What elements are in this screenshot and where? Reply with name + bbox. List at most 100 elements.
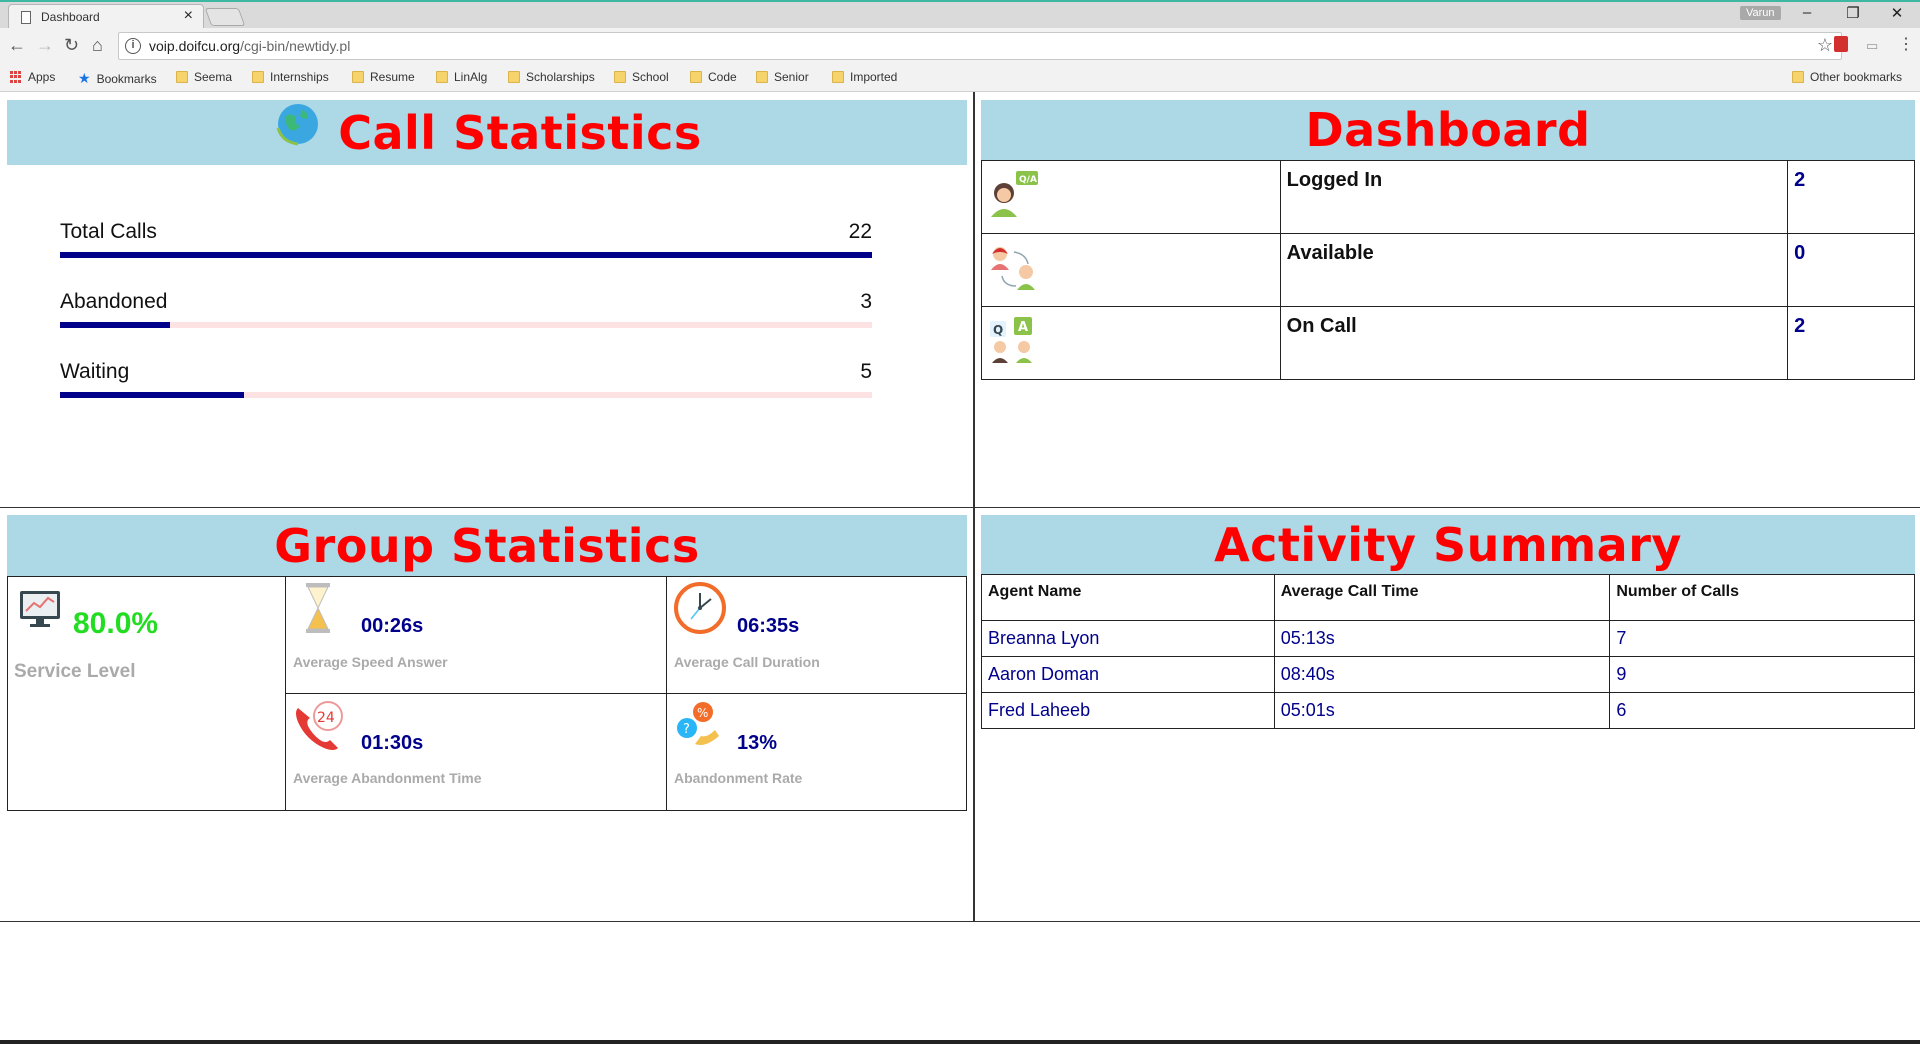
- stat-value: 5: [860, 360, 872, 383]
- phone-24-icon: 24: [296, 701, 343, 750]
- avg-speed-answer-cell: 00:26s Average Speed Answer: [285, 577, 666, 694]
- table-row: Q/A Logged In 2: [981, 160, 1915, 234]
- bookmark-other[interactable]: Other bookmarks: [1792, 70, 1902, 84]
- activity-table: Agent Name Average Call Time Number of C…: [981, 574, 1915, 729]
- svg-text:24: 24: [317, 710, 335, 726]
- bookmark-internships[interactable]: Internships: [252, 70, 329, 84]
- tab-close-button[interactable]: ×: [184, 7, 193, 25]
- stat-label: Total Calls: [60, 220, 157, 243]
- row-icon-cell: Q A: [981, 306, 1281, 380]
- table-row: Fred Laheeb 05:01s 6: [981, 692, 1915, 729]
- bookmark-label: Seema: [194, 70, 233, 84]
- profile-button[interactable]: Varun: [1740, 6, 1781, 20]
- row-label: Logged In: [1279, 160, 1789, 234]
- svg-text:Q/A: Q/A: [1019, 175, 1037, 185]
- bookmark-bookmarks[interactable]: ★ Bookmarks: [78, 70, 157, 87]
- info-icon[interactable]: i: [125, 38, 141, 54]
- table-row: Available 0: [981, 233, 1915, 307]
- bookmark-apps[interactable]: Apps: [10, 70, 55, 84]
- folder-icon: [1792, 71, 1804, 83]
- call-statistics-title: Call Statistics: [338, 105, 702, 160]
- agent-name-cell: Breanna Lyon: [981, 620, 1275, 657]
- progress-fill: [60, 392, 245, 398]
- row-value: 2: [1787, 160, 1915, 234]
- bookmark-label: Scholarships: [526, 70, 595, 84]
- table-header-row: Agent Name Average Call Time Number of C…: [981, 574, 1915, 621]
- progress-track: [60, 322, 872, 328]
- bookmark-label: Internships: [270, 70, 329, 84]
- extension-2-icon[interactable]: ▭: [1866, 38, 1878, 54]
- table-row: Breanna Lyon 05:13s 7: [981, 620, 1915, 657]
- metric-value: 01:30s: [361, 732, 424, 754]
- url-path: /cgi-bin/newtidy.pl: [240, 38, 351, 54]
- row-value: 2: [1787, 306, 1915, 380]
- agent-qa-icon: Q/A: [991, 171, 1038, 217]
- column-header: Average Call Time: [1273, 574, 1611, 621]
- service-level-cell: 80.0% Service Level: [8, 577, 285, 810]
- back-icon[interactable]: ←: [8, 35, 26, 56]
- row-icon-cell: Q/A: [981, 160, 1281, 234]
- bookmark-resume[interactable]: Resume: [352, 70, 415, 84]
- avg-call-time-cell: 05:01s: [1273, 692, 1611, 729]
- new-tab-button[interactable]: [204, 8, 246, 26]
- home-icon[interactable]: ⌂: [92, 35, 103, 56]
- bookmark-linalg[interactable]: LinAlg: [436, 70, 487, 84]
- menu-icon[interactable]: ⋮: [1898, 34, 1914, 54]
- metric-value: 13%: [737, 732, 778, 754]
- bookmark-star-icon[interactable]: ☆: [1817, 35, 1833, 56]
- reload-icon[interactable]: ↻: [64, 35, 79, 56]
- column-header: Number of Calls: [1609, 574, 1915, 621]
- address-bar[interactable]: i voip.doifcu.org/cgi-bin/newtidy.pl ☆: [118, 32, 1842, 60]
- taskbar-edge: [0, 1040, 1920, 1044]
- stat-value: 3: [860, 290, 872, 313]
- metric-label: Average Abandonment Time: [293, 770, 482, 786]
- bookmark-code[interactable]: Code: [690, 70, 737, 84]
- avg-abandonment-time-cell: 24 01:30s Average Abandonment Time: [285, 694, 666, 810]
- bookmark-label: Senior: [774, 70, 809, 84]
- bookmark-label: Other bookmarks: [1810, 70, 1903, 84]
- forward-icon[interactable]: →: [36, 35, 54, 56]
- agents-on-call-icon: Q A: [990, 317, 1032, 363]
- stat-label: Abandoned: [60, 290, 168, 313]
- extension-icon[interactable]: [1834, 36, 1848, 52]
- activity-summary-title: Activity Summary: [1214, 517, 1682, 572]
- activity-summary-header: Activity Summary: [981, 515, 1915, 574]
- bookmark-seema[interactable]: Seema: [176, 70, 232, 84]
- progress-track: [60, 392, 872, 398]
- bookmark-label: School: [632, 70, 669, 84]
- bookmark-scholarships[interactable]: Scholarships: [508, 70, 595, 84]
- metric-label: Average Call Duration: [674, 654, 820, 670]
- avg-call-duration-cell: 06:35s Average Call Duration: [666, 577, 966, 694]
- close-window-button[interactable]: ✕: [1874, 4, 1920, 22]
- globe-icon: [276, 103, 319, 145]
- phone-percent-icon: % ?: [677, 702, 719, 745]
- dashboard-table: Q/A Logged In 2 Available 0 Q A On Call …: [981, 160, 1915, 380]
- metric-label: Average Speed Answer: [293, 654, 448, 670]
- dashboard-title: Dashboard: [1305, 103, 1591, 157]
- folder-icon: [756, 71, 768, 83]
- avg-call-time-cell: 05:13s: [1273, 620, 1611, 657]
- number-of-calls-cell: 7: [1609, 620, 1915, 657]
- bookmark-label: Resume: [370, 70, 415, 84]
- metric-value: 00:26s: [361, 615, 424, 637]
- minimize-button[interactable]: –: [1784, 4, 1830, 21]
- folder-icon: [176, 71, 188, 83]
- number-of-calls-cell: 6: [1609, 692, 1915, 729]
- stat-value: 22: [848, 220, 872, 243]
- folder-icon: [352, 71, 364, 83]
- browser-toolbar: ← → ↻ ⌂ i voip.doifcu.org/cgi-bin/newtid…: [0, 28, 1920, 64]
- row-icon-cell: [981, 233, 1281, 307]
- stat-label: Waiting: [60, 360, 130, 383]
- bookmark-senior[interactable]: Senior: [756, 70, 809, 84]
- svg-text:Q: Q: [993, 323, 1003, 337]
- folder-icon: [832, 71, 844, 83]
- avg-call-time-cell: 08:40s: [1273, 656, 1611, 693]
- folder-icon: [690, 71, 702, 83]
- bookmark-imported[interactable]: Imported: [832, 70, 897, 84]
- restore-button[interactable]: ❐: [1830, 4, 1876, 22]
- tab-dashboard[interactable]: Dashboard ×: [8, 4, 204, 30]
- svg-text:?: ?: [683, 722, 690, 737]
- progress-track: [60, 252, 872, 258]
- bookmark-school[interactable]: School: [614, 70, 669, 84]
- abandonment-rate-cell: % ? 13% Abandonment Rate: [666, 694, 966, 810]
